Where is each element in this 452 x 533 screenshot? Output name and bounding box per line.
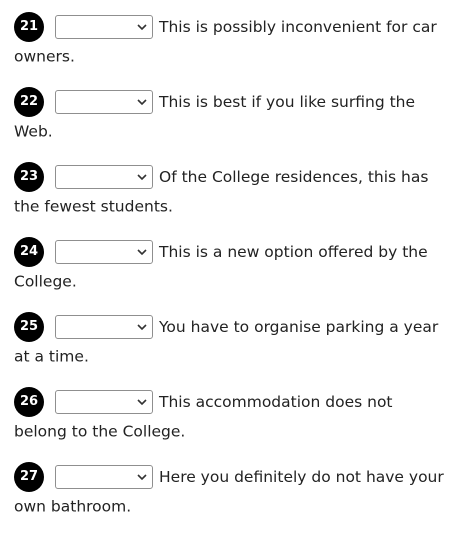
question-number: 25: [14, 312, 44, 342]
answer-select[interactable]: [55, 90, 153, 114]
question-number: 26: [14, 387, 44, 417]
question-27: 27 Here you definitely do not have your o…: [14, 462, 444, 521]
question-number: 24: [14, 237, 44, 267]
chevron-down-icon: [137, 174, 147, 181]
chevron-down-icon: [137, 324, 147, 331]
question-number: 27: [14, 462, 44, 492]
chevron-down-icon: [137, 249, 147, 256]
question-21: 21 This is possibly inconvenient for car …: [14, 12, 444, 71]
question-number: 22: [14, 87, 44, 117]
chevron-down-icon: [137, 399, 147, 406]
question-25: 25 You have to organise parking a year at…: [14, 312, 444, 371]
answer-select[interactable]: [55, 315, 153, 339]
answer-select[interactable]: [55, 240, 153, 264]
question-22: 22 This is best if you like surfing the W…: [14, 87, 444, 146]
answer-select[interactable]: [55, 15, 153, 39]
question-23: 23 Of the College residences, this has th…: [14, 162, 444, 221]
question-26: 26 This accommodation does not belong to …: [14, 387, 444, 446]
answer-select[interactable]: [55, 165, 153, 189]
question-number: 21: [14, 12, 44, 42]
answer-select[interactable]: [55, 390, 153, 414]
answer-select[interactable]: [55, 465, 153, 489]
chevron-down-icon: [137, 99, 147, 106]
chevron-down-icon: [137, 474, 147, 481]
chevron-down-icon: [137, 24, 147, 31]
question-number: 23: [14, 162, 44, 192]
question-24: 24 This is a new option offered by the Co…: [14, 237, 444, 296]
